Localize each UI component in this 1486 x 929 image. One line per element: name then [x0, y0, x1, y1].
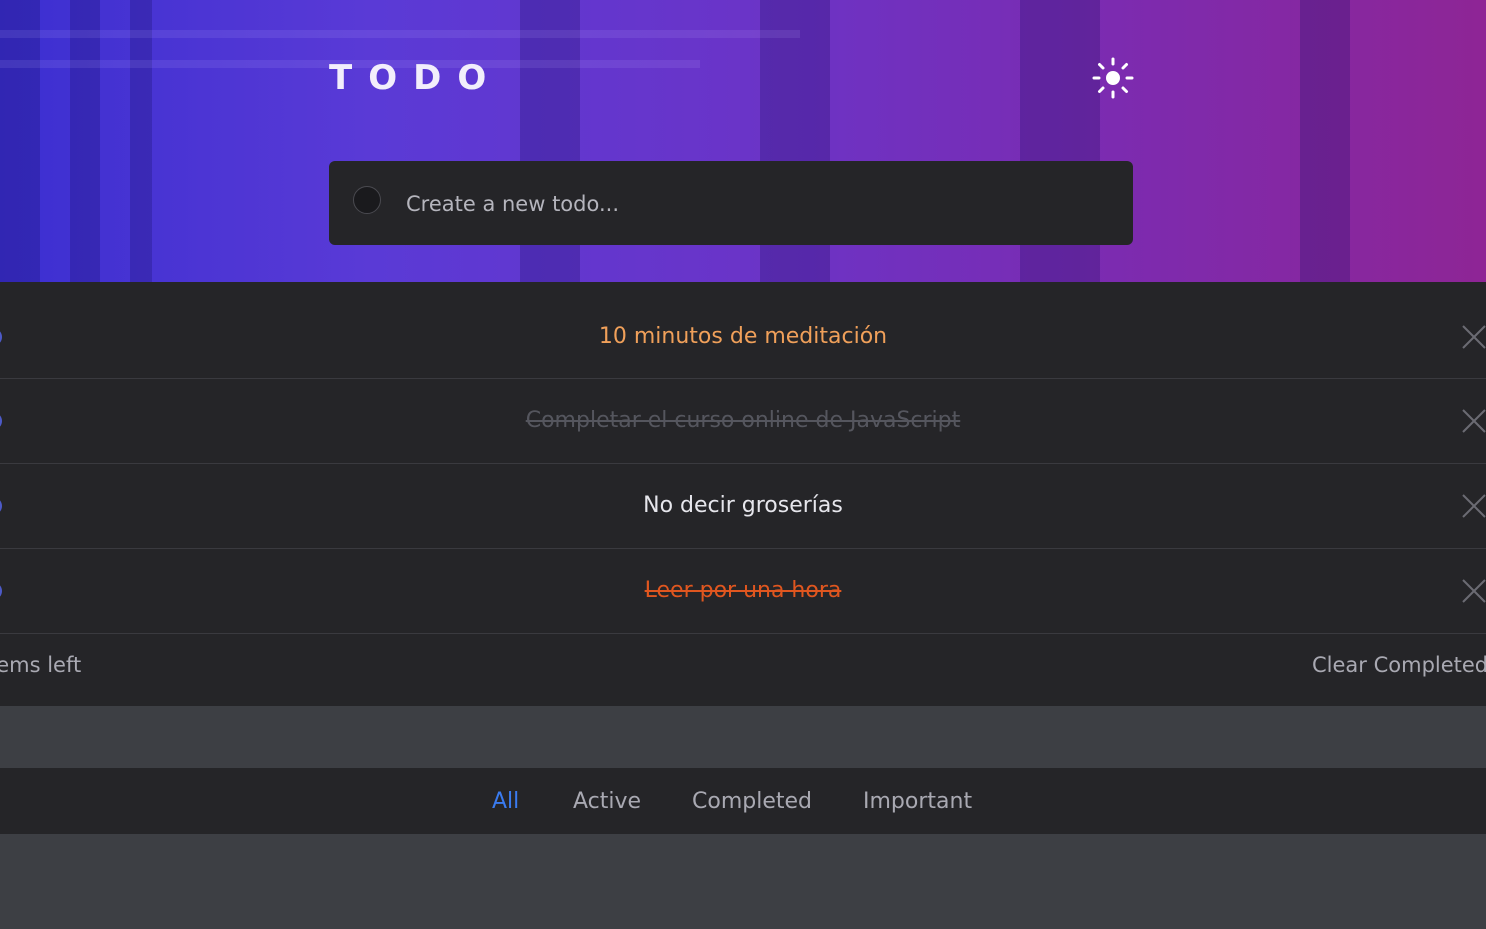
new-todo-input[interactable] [404, 183, 1108, 225]
background-decoration [130, 0, 152, 282]
delete-button[interactable] [1460, 492, 1486, 520]
todo-text: Leer por una hora [644, 578, 842, 603]
list-item[interactable]: Leer por una hora [0, 549, 1486, 634]
todo-text: No decir groserías [643, 493, 843, 518]
close-icon [1462, 325, 1486, 349]
list-item[interactable]: No decir groserías [0, 464, 1486, 549]
filter-bar: All Active Completed Important [0, 768, 1486, 834]
list-footer: tems left Clear Completed [0, 634, 1486, 706]
todo-text: 10 minutos de meditación [598, 324, 888, 349]
background-decoration [0, 0, 40, 282]
delete-button[interactable] [1460, 323, 1486, 351]
background-decoration [1300, 0, 1350, 282]
close-icon [1462, 579, 1486, 603]
filter-completed[interactable]: Completed [692, 789, 812, 814]
filter-all[interactable]: All [492, 789, 519, 814]
new-todo-form [329, 161, 1133, 245]
items-left-count: tems left [0, 653, 82, 677]
list-item[interactable]: Completar el curso online de JavaScript [0, 379, 1486, 464]
filter-active[interactable]: Active [573, 789, 641, 814]
filter-important[interactable]: Important [863, 789, 972, 814]
todo-text: Completar el curso online de JavaScript [525, 408, 961, 433]
close-icon [1462, 494, 1486, 518]
theme-toggle-button[interactable] [1090, 55, 1136, 101]
close-icon [1462, 409, 1486, 433]
delete-button[interactable] [1460, 407, 1486, 435]
delete-button[interactable] [1460, 577, 1486, 605]
todo-list: 10 minutos de meditación Completar el cu… [0, 282, 1486, 706]
list-item[interactable]: 10 minutos de meditación [0, 282, 1486, 379]
new-todo-checkbox[interactable] [353, 186, 381, 214]
background-decoration [70, 0, 100, 282]
app-title: TODO [329, 58, 503, 98]
clear-completed-button[interactable]: Clear Completed [1312, 653, 1486, 677]
background-decoration [0, 30, 800, 38]
sun-icon [1092, 57, 1134, 99]
